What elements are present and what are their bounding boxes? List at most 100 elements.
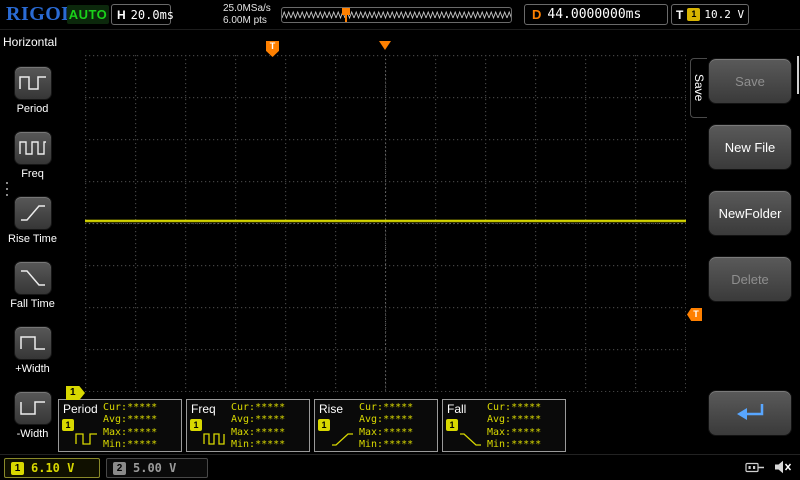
delay-position-icon [379, 41, 391, 50]
period-meas-icon [75, 430, 99, 453]
menu-item-rise-time[interactable]: Rise Time [0, 196, 65, 245]
max-value: Max:***** [487, 426, 542, 438]
channel-badge: 1 [62, 419, 74, 431]
trigger-source-badge: 1 [687, 8, 701, 21]
timebase-value: 20.0ms [130, 7, 175, 22]
horizontal-timebase-box[interactable]: H 20.0ms [111, 4, 175, 25]
menu-item-label: Rise Time [8, 233, 57, 245]
min-value: Min:***** [231, 439, 286, 451]
freq-icon [13, 131, 52, 165]
avg-value: Avg:***** [103, 414, 158, 426]
max-value: Max:***** [103, 426, 158, 438]
channel-badge: 1 [446, 419, 458, 431]
menu-item-fall-time[interactable]: Fall Time [0, 261, 65, 310]
channel1-ground-marker[interactable]: 1 [66, 386, 85, 400]
measurement-rise: Rise 1 Cur:***** Avg:***** Max:***** Min… [314, 399, 438, 452]
avg-value: Avg:***** [231, 414, 286, 426]
speaker-muted-icon [774, 460, 792, 479]
freq-meas-icon [203, 430, 227, 453]
channel2-badge: 2 [113, 461, 126, 475]
left-menu-title: Horizontal [3, 35, 58, 49]
enter-button[interactable] [708, 390, 792, 436]
graticule-grid [85, 55, 686, 392]
menu-item-plus-width[interactable]: +Width [0, 326, 65, 375]
menu-item-label: +Width [15, 363, 50, 375]
trigger-box: T 1 10.2 V [671, 4, 749, 25]
cur-value: Cur:***** [103, 402, 158, 413]
run-state-badge: AUTO [67, 5, 109, 24]
bottom-bar: 1 6.10 V 2 5.00 V [0, 454, 800, 480]
menu-item-freq[interactable]: Freq [0, 131, 65, 180]
delay-label: D [532, 7, 542, 22]
usb-icon [745, 461, 765, 479]
graticule [85, 55, 686, 392]
rigol-logo: RIGOL [6, 3, 76, 25]
trigger-label: T [676, 7, 684, 22]
channel1-badge: 1 [11, 461, 24, 475]
cur-value: Cur:***** [487, 402, 542, 413]
avg-value: Avg:***** [359, 414, 414, 426]
memory-depth: 6.00M pts [223, 15, 267, 26]
channel1-trace [85, 219, 686, 223]
top-bar: RIGOL AUTO H 20.0ms 25.0MSa/s 6.00M pts [0, 0, 800, 30]
save-button[interactable]: Save [708, 58, 792, 104]
min-value: Min:***** [103, 439, 158, 451]
channel2-scale: 5.00 V [133, 461, 177, 475]
menu-item-minus-width[interactable]: -Width [0, 391, 65, 440]
max-value: Max:***** [231, 426, 286, 438]
measurement-values: Cur:***** Avg:***** Max:***** Min:***** [487, 402, 541, 452]
measurement-fall: Fall 1 Cur:***** Avg:***** Max:***** Min… [442, 399, 566, 452]
cur-value: Cur:***** [231, 402, 286, 413]
right-menu-tab-title: Save [690, 58, 707, 118]
channel2-status[interactable]: 2 5.00 V [106, 458, 208, 478]
fall-meas-icon [459, 430, 483, 453]
plus-width-icon [13, 326, 52, 360]
channel-badge: 1 [318, 419, 330, 431]
delay-value: 44.0000000ms [547, 7, 642, 22]
delay-box: D 44.0000000ms [524, 4, 668, 25]
measurement-period: Period 1 Cur:***** Avg:***** Max:***** M… [58, 399, 182, 452]
enter-arrow-icon [728, 399, 772, 428]
menu-item-label: -Width [16, 428, 49, 440]
max-value: Max:***** [359, 426, 414, 438]
measurement-name: Rise [319, 402, 344, 416]
measurement-values: Cur:***** Avg:***** Max:***** Min:***** [359, 402, 413, 452]
acquisition-info: 25.0MSa/s 6.00M pts [223, 3, 271, 27]
sample-rate: 25.0MSa/s [223, 3, 271, 14]
h-label: H [117, 7, 126, 22]
rise-time-icon [13, 196, 52, 230]
avg-value: Avg:***** [487, 414, 542, 426]
fall-time-icon [13, 261, 52, 295]
menu-scrollbar[interactable] [797, 56, 799, 94]
menu-item-label: Freq [21, 168, 44, 180]
menu-item-period[interactable]: Period [0, 66, 65, 115]
measurement-row: Period 1 Cur:***** Avg:***** Max:***** M… [58, 399, 566, 452]
measurement-freq: Freq 1 Cur:***** Avg:***** Max:***** Min… [186, 399, 310, 452]
menu-item-label: Period [16, 103, 49, 115]
waveform-preview-icon [282, 8, 511, 22]
rise-meas-icon [331, 430, 355, 453]
trigger-level-value: 10.2 V [704, 8, 745, 21]
delete-button[interactable]: Delete [708, 256, 792, 302]
minus-width-icon [13, 391, 52, 425]
min-value: Min:***** [487, 439, 542, 451]
measurement-name: Period [63, 402, 98, 416]
oscilloscope-screen: RIGOL AUTO H 20.0ms 25.0MSa/s 6.00M pts [0, 0, 800, 480]
channel-badge: 1 [190, 419, 202, 431]
left-menu-horizontal-measure: Horizontal Period Freq Rise Time Fall Ti… [0, 30, 65, 454]
menu-item-label: Fall Time [10, 298, 55, 310]
measurement-name: Freq [191, 402, 216, 416]
measurement-values: Cur:***** Avg:***** Max:***** Min:***** [231, 402, 285, 452]
new-file-button[interactable]: New File [708, 124, 792, 170]
new-folder-button[interactable]: NewFolder [708, 190, 792, 236]
right-menu-save: Save Save New File NewFolder Delete [688, 30, 800, 454]
min-value: Min:***** [359, 439, 414, 451]
period-icon [13, 66, 52, 100]
measurement-values: Cur:***** Avg:***** Max:***** Min:***** [103, 402, 157, 452]
measurement-name: Fall [447, 402, 467, 416]
status-icons [745, 460, 792, 479]
channel1-status[interactable]: 1 6.10 V [4, 458, 100, 478]
cur-value: Cur:***** [359, 402, 414, 413]
waveform-position-strip[interactable] [281, 7, 512, 23]
channel1-scale: 6.10 V [31, 461, 75, 475]
